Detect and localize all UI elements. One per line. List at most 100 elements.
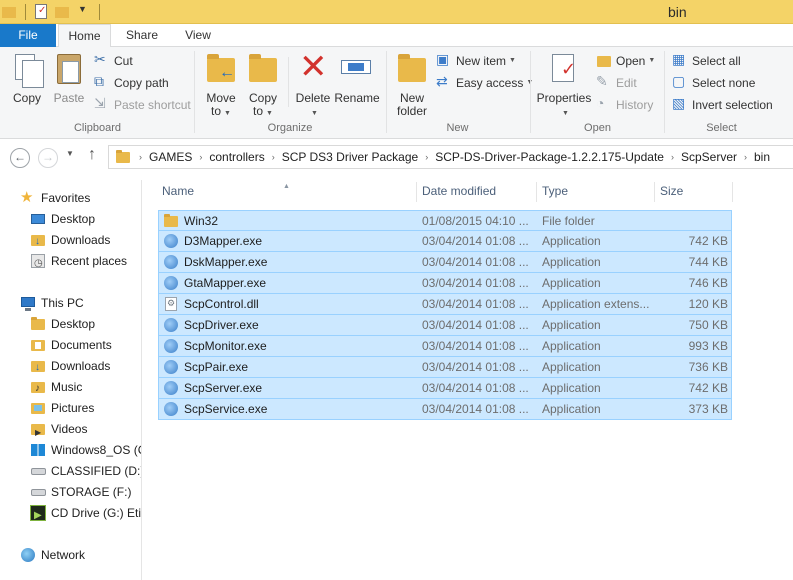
copy-path-button[interactable]: Copy path — [94, 72, 169, 92]
column-divider[interactable] — [536, 182, 537, 202]
column-divider[interactable] — [732, 182, 733, 202]
group-label-select: Select — [706, 122, 737, 134]
videos-icon — [30, 421, 46, 443]
open-button[interactable]: Open ▼ — [596, 52, 655, 70]
chevron-right-icon[interactable]: › — [671, 152, 674, 162]
table-row[interactable]: ScpService.exe 03/04/2014 01:08 ... Appl… — [158, 399, 732, 420]
chevron-right-icon[interactable]: › — [425, 152, 428, 162]
tab-file[interactable]: File — [0, 24, 56, 47]
nav-music[interactable]: Music — [30, 377, 82, 399]
paste-shortcut-button[interactable]: Paste shortcut — [94, 94, 191, 114]
windows-drive-icon — [30, 442, 46, 458]
chevron-right-icon[interactable]: › — [744, 152, 747, 162]
table-row[interactable]: DskMapper.exe 03/04/2014 01:08 ... Appli… — [158, 252, 732, 273]
star-icon: ★ — [20, 189, 34, 206]
new-folder-button[interactable]: New folder — [392, 52, 432, 118]
computer-icon — [20, 295, 36, 311]
nav-drive-g[interactable]: CD Drive (G:) Etis — [30, 503, 141, 526]
paste-icon — [53, 52, 85, 86]
dll-icon — [163, 296, 179, 312]
invert-selection-button[interactable]: Invert selection — [672, 94, 773, 114]
easy-access-button[interactable]: Easy access ▼ — [436, 72, 533, 92]
nav-pc-desktop[interactable]: Desktop — [30, 314, 95, 334]
properties-qat-button[interactable] — [32, 3, 50, 20]
move-to-button[interactable]: ← Move to ▼ — [202, 52, 240, 120]
copy-path-icon — [94, 72, 110, 91]
tab-share[interactable]: Share — [115, 24, 169, 47]
paste-button[interactable]: Paste — [50, 52, 88, 105]
cut-button[interactable]: Cut — [94, 50, 133, 70]
table-row[interactable]: Win32 01/08/2015 04:10 ... File folder — [158, 210, 732, 231]
nav-drive-c[interactable]: Windows8_OS (C — [30, 440, 141, 460]
edit-button[interactable]: Edit — [596, 72, 637, 92]
breadcrumb-scp-ds-driver-package-update[interactable]: SCP-DS-Driver-Package-1.2.2.175-Update — [435, 150, 664, 164]
rename-icon — [341, 52, 373, 86]
chevron-down-icon: ▼ — [66, 149, 74, 158]
chevron-right-icon[interactable]: › — [139, 152, 142, 162]
nav-downloads[interactable]: Downloads — [30, 230, 110, 252]
chevron-right-icon[interactable]: › — [199, 152, 202, 162]
nav-this-pc[interactable]: This PC — [20, 293, 84, 313]
customize-qat-button[interactable]: ▼ — [74, 3, 92, 20]
column-header: ▲ Name Date modified Type Size — [158, 180, 793, 204]
history-button[interactable]: History — [596, 94, 653, 114]
column-type[interactable]: Type — [538, 180, 654, 204]
nav-drive-d[interactable]: CLASSIFIED (D:) — [30, 461, 141, 481]
select-none-button[interactable]: Select none — [672, 72, 755, 92]
forward-button[interactable]: → — [38, 148, 58, 168]
breadcrumb-bin[interactable]: bin — [754, 150, 770, 164]
select-all-button[interactable]: Select all — [672, 50, 741, 70]
nav-drive-f[interactable]: STORAGE (F:) — [30, 482, 131, 502]
navigation-pane: ★ Favorites Desktop Downloads Recent pla… — [0, 180, 142, 580]
table-row[interactable]: ScpPair.exe 03/04/2014 01:08 ... Applica… — [158, 357, 732, 378]
table-row[interactable]: D3Mapper.exe 03/04/2014 01:08 ... Applic… — [158, 231, 732, 252]
new-folder-qat-button[interactable] — [53, 3, 71, 20]
column-name[interactable]: ▲ Name — [158, 180, 416, 204]
nav-favorites[interactable]: ★ Favorites — [20, 188, 90, 208]
chevron-right-icon[interactable]: › — [272, 152, 275, 162]
window-title: bin — [668, 4, 687, 20]
tab-home[interactable]: Home — [58, 24, 111, 48]
move-to-icon: ← — [205, 52, 237, 86]
nav-documents[interactable]: Documents — [30, 335, 112, 355]
address-bar[interactable]: › GAMES › controllers › SCP DS3 Driver P… — [108, 145, 793, 169]
breadcrumb-scp-ds3-driver-package[interactable]: SCP DS3 Driver Package — [282, 150, 419, 164]
copy-to-button[interactable]: Copy to ▼ — [244, 52, 282, 120]
up-button[interactable]: ↑ — [88, 146, 96, 164]
properties-button[interactable]: Properties ▼ — [536, 52, 592, 120]
nav-recent-places[interactable]: Recent places — [30, 251, 127, 274]
column-divider[interactable] — [654, 182, 655, 202]
nav-pictures[interactable]: Pictures — [30, 398, 94, 418]
group-label-organize: Organize — [267, 122, 313, 134]
scissors-icon — [94, 50, 110, 69]
music-icon — [30, 379, 46, 399]
tab-view[interactable]: View — [173, 24, 223, 47]
table-row[interactable]: GtaMapper.exe 03/04/2014 01:08 ... Appli… — [158, 273, 732, 294]
select-none-icon — [672, 72, 688, 91]
folder-icon — [163, 213, 179, 229]
table-row[interactable]: ScpServer.exe 03/04/2014 01:08 ... Appli… — [158, 378, 732, 399]
history-icon — [596, 94, 612, 113]
nav-pc-downloads[interactable]: Downloads — [30, 356, 110, 378]
new-item-button[interactable]: New item ▼ — [436, 50, 516, 70]
copy-button[interactable]: Copy — [8, 52, 46, 105]
recent-locations-button[interactable]: ▼ — [66, 149, 74, 158]
breadcrumb-controllers[interactable]: controllers — [209, 150, 264, 164]
nav-desktop[interactable]: Desktop — [30, 209, 95, 229]
rename-button[interactable]: Rename — [334, 52, 380, 105]
back-button[interactable]: ← — [10, 148, 30, 168]
delete-button[interactable]: ✕ Delete ▼ — [292, 50, 334, 120]
breadcrumb-scpserver[interactable]: ScpServer — [681, 150, 737, 164]
breadcrumb-games[interactable]: GAMES — [149, 150, 192, 164]
column-date-modified[interactable]: Date modified — [418, 180, 536, 204]
chevron-down-icon: ▼ — [509, 57, 516, 64]
column-divider[interactable] — [416, 182, 417, 202]
nav-videos[interactable]: Videos — [30, 419, 87, 443]
table-row[interactable]: ScpMonitor.exe 03/04/2014 01:08 ... Appl… — [158, 336, 732, 357]
table-row[interactable]: ScpControl.dll 03/04/2014 01:08 ... Appl… — [158, 294, 732, 315]
properties-icon — [548, 52, 580, 86]
documents-icon — [30, 337, 46, 353]
column-size[interactable]: Size — [656, 180, 732, 204]
table-row[interactable]: ScpDriver.exe 03/04/2014 01:08 ... Appli… — [158, 315, 732, 336]
nav-network[interactable]: Network — [20, 545, 85, 565]
